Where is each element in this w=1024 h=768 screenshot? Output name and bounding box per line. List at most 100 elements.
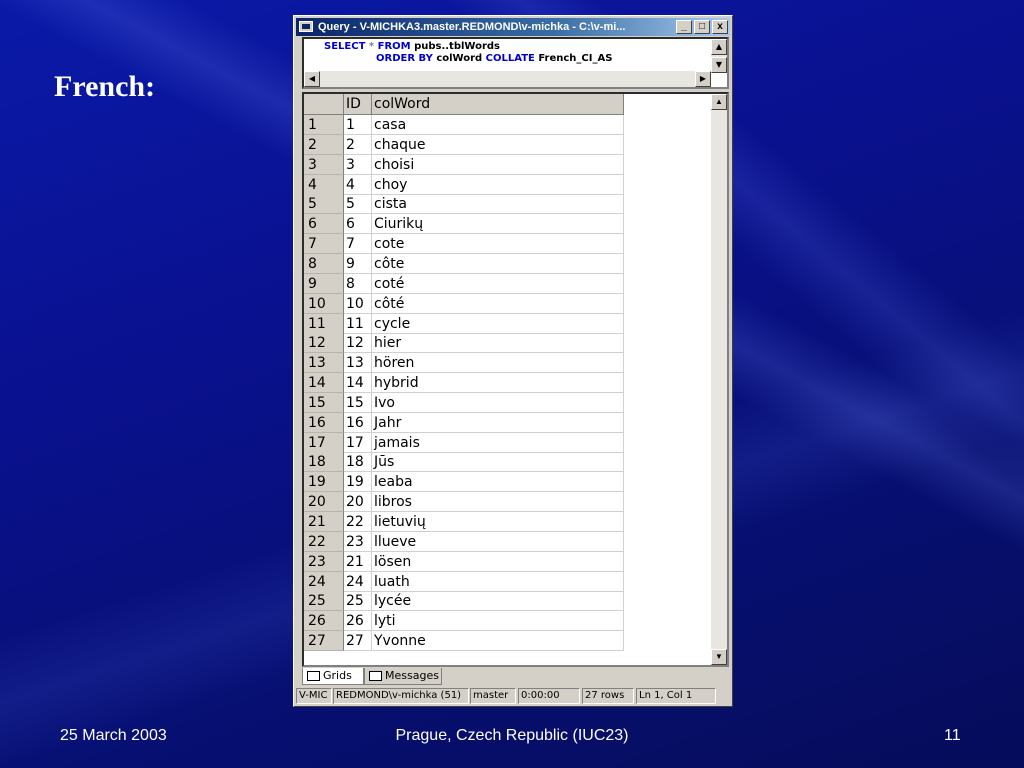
- table-row[interactable]: 22 23 llueve: [304, 531, 624, 552]
- id-cell[interactable]: 23: [344, 531, 372, 552]
- row-number-cell[interactable]: 6: [304, 214, 344, 235]
- colword-cell[interactable]: cista: [372, 194, 624, 215]
- table-row[interactable]: 11 11 cycle: [304, 313, 624, 334]
- colword-cell[interactable]: Ivo: [372, 392, 624, 413]
- row-number-cell[interactable]: 20: [304, 492, 344, 513]
- id-cell[interactable]: 24: [344, 571, 372, 592]
- table-row[interactable]: 13 13 hören: [304, 353, 624, 374]
- table-row[interactable]: 24 24 luath: [304, 571, 624, 592]
- table-row[interactable]: 26 26 lyti: [304, 611, 624, 632]
- row-number-cell[interactable]: 21: [304, 512, 344, 532]
- colword-cell[interactable]: lösen: [372, 551, 624, 572]
- table-row[interactable]: 7 7 cote: [304, 234, 624, 255]
- table-row[interactable]: 4 4 choy: [304, 174, 624, 195]
- colword-cell[interactable]: choy: [372, 174, 624, 195]
- id-cell[interactable]: 14: [344, 373, 372, 394]
- colword-cell[interactable]: luath: [372, 571, 624, 592]
- colword-cell[interactable]: Jahr: [372, 412, 624, 433]
- table-row[interactable]: 21 22 lietuvių: [304, 512, 624, 532]
- colword-cell[interactable]: cote: [372, 234, 624, 255]
- id-cell[interactable]: 7: [344, 234, 372, 255]
- table-row[interactable]: 15 15 Ivo: [304, 392, 624, 413]
- id-cell[interactable]: 8: [344, 273, 372, 294]
- window-titlebar[interactable]: Query - V-MICHKA3.master.REDMOND\v-michk…: [296, 18, 730, 36]
- table-row[interactable]: 1 1 casa: [304, 115, 624, 135]
- maximize-button[interactable]: □: [694, 20, 710, 34]
- query-horizontal-scrollbar[interactable]: ◀ ▶: [304, 71, 711, 87]
- row-number-cell[interactable]: 3: [304, 154, 344, 175]
- row-number-cell[interactable]: 2: [304, 134, 344, 155]
- id-cell[interactable]: 6: [344, 214, 372, 235]
- results-grid-pane[interactable]: ID colWord 1 1 casa 2 2 chaque 3 3 choisi 4 4 choy 5…: [302, 92, 729, 667]
- row-number-cell[interactable]: 4: [304, 174, 344, 195]
- table-row[interactable]: 20 20 libros: [304, 492, 624, 513]
- row-number-cell[interactable]: 5: [304, 194, 344, 215]
- colword-cell[interactable]: Jūs: [372, 452, 624, 473]
- table-row[interactable]: 23 21 lösen: [304, 551, 624, 572]
- table-row[interactable]: 9 8 coté: [304, 273, 624, 294]
- id-cell[interactable]: 20: [344, 492, 372, 513]
- close-button[interactable]: x: [712, 20, 728, 34]
- table-row[interactable]: 25 25 lycée: [304, 591, 624, 612]
- row-number-cell[interactable]: 26: [304, 611, 344, 632]
- id-cell[interactable]: 12: [344, 333, 372, 354]
- table-row[interactable]: 8 9 côte: [304, 253, 624, 274]
- id-cell[interactable]: 11: [344, 313, 372, 334]
- colword-cell[interactable]: libros: [372, 492, 624, 513]
- colword-cell[interactable]: hier: [372, 333, 624, 354]
- row-number-cell[interactable]: 24: [304, 571, 344, 592]
- column-header-colword[interactable]: colWord: [372, 94, 624, 114]
- table-row[interactable]: 16 16 Jahr: [304, 412, 624, 433]
- grid-corner-cell[interactable]: [304, 94, 344, 114]
- scroll-right-icon[interactable]: ▶: [695, 71, 711, 87]
- colword-cell[interactable]: côte: [372, 253, 624, 274]
- id-cell[interactable]: 22: [344, 512, 372, 532]
- tab-messages[interactable]: Messages: [364, 668, 442, 685]
- colword-cell[interactable]: casa: [372, 115, 624, 135]
- row-number-cell[interactable]: 17: [304, 432, 344, 453]
- scroll-up-icon[interactable]: ▲: [711, 94, 727, 110]
- row-number-cell[interactable]: 9: [304, 273, 344, 294]
- row-number-cell[interactable]: 15: [304, 392, 344, 413]
- row-number-cell[interactable]: 1: [304, 115, 344, 135]
- table-row[interactable]: 14 14 hybrid: [304, 373, 624, 394]
- row-number-cell[interactable]: 11: [304, 313, 344, 334]
- row-number-cell[interactable]: 10: [304, 293, 344, 314]
- row-number-cell[interactable]: 18: [304, 452, 344, 473]
- colword-cell[interactable]: llueve: [372, 531, 624, 552]
- id-cell[interactable]: 26: [344, 611, 372, 632]
- row-number-cell[interactable]: 8: [304, 253, 344, 274]
- colword-cell[interactable]: côté: [372, 293, 624, 314]
- row-number-cell[interactable]: 23: [304, 551, 344, 572]
- id-cell[interactable]: 2: [344, 134, 372, 155]
- row-number-cell[interactable]: 22: [304, 531, 344, 552]
- table-row[interactable]: 3 3 choisi: [304, 154, 624, 175]
- colword-cell[interactable]: hybrid: [372, 373, 624, 394]
- colword-cell[interactable]: chaque: [372, 134, 624, 155]
- table-row[interactable]: 17 17 jamais: [304, 432, 624, 453]
- row-number-cell[interactable]: 13: [304, 353, 344, 374]
- grid-vertical-scrollbar[interactable]: ▲ ▼: [711, 94, 727, 665]
- scroll-left-icon[interactable]: ◀: [304, 71, 320, 87]
- scroll-up-icon[interactable]: ▲: [711, 39, 727, 55]
- id-cell[interactable]: 27: [344, 631, 372, 652]
- table-row[interactable]: 10 10 côté: [304, 293, 624, 314]
- tab-grids[interactable]: Grids: [302, 668, 364, 685]
- query-vertical-scrollbar[interactable]: ▲ ▼: [711, 39, 727, 73]
- id-cell[interactable]: 21: [344, 551, 372, 572]
- colword-cell[interactable]: lietuvių: [372, 512, 624, 532]
- table-row[interactable]: 27 27 Yvonne: [304, 631, 624, 652]
- id-cell[interactable]: 9: [344, 253, 372, 274]
- id-cell[interactable]: 15: [344, 392, 372, 413]
- colword-cell[interactable]: Ciurikų: [372, 214, 624, 235]
- colword-cell[interactable]: lyti: [372, 611, 624, 632]
- scroll-down-icon[interactable]: ▼: [711, 57, 727, 73]
- id-cell[interactable]: 4: [344, 174, 372, 195]
- colword-cell[interactable]: choisi: [372, 154, 624, 175]
- id-cell[interactable]: 19: [344, 472, 372, 493]
- colword-cell[interactable]: cycle: [372, 313, 624, 334]
- colword-cell[interactable]: coté: [372, 273, 624, 294]
- row-number-cell[interactable]: 19: [304, 472, 344, 493]
- colword-cell[interactable]: hören: [372, 353, 624, 374]
- colword-cell[interactable]: jamais: [372, 432, 624, 453]
